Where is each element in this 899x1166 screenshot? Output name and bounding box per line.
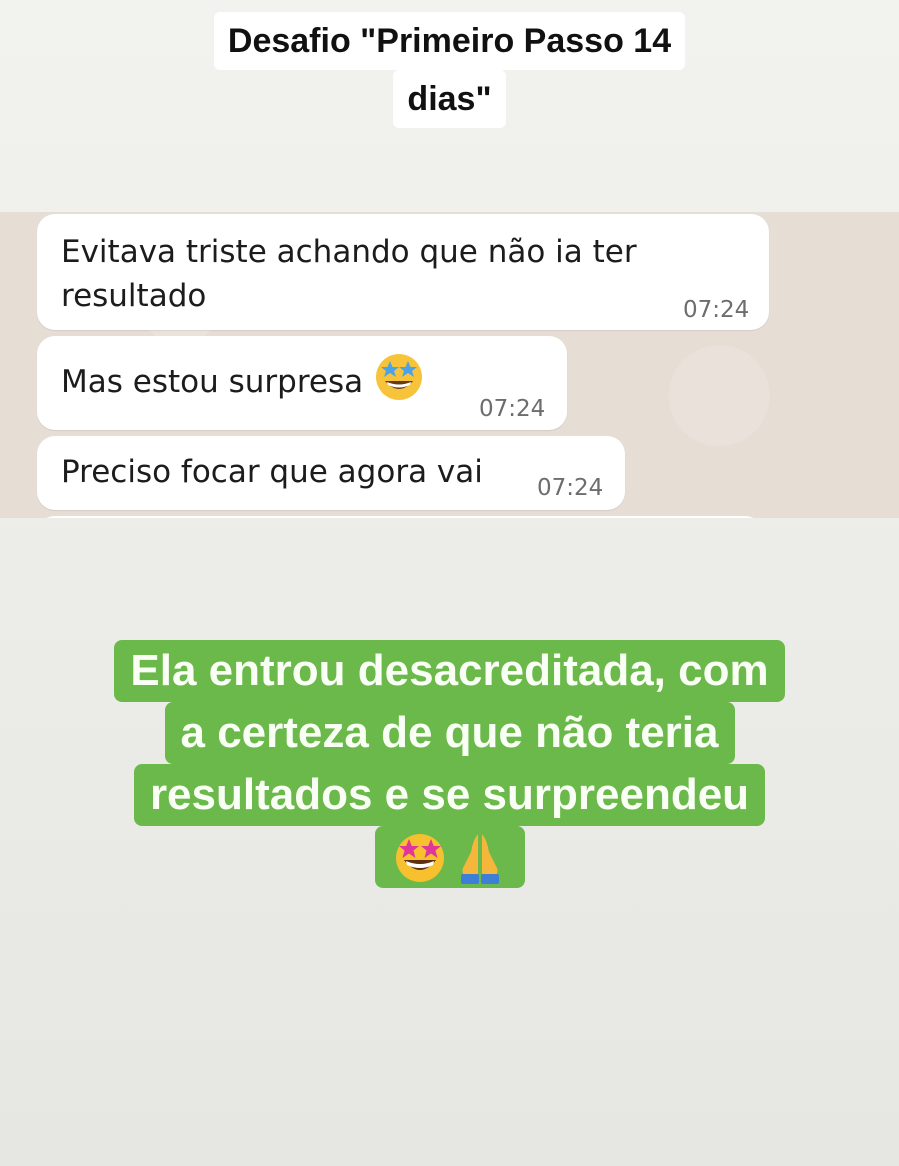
message-time: 07:24 [479, 396, 546, 422]
caption-line-1: Ela entrou desacreditada, com [114, 640, 785, 702]
caption-line-2: a certeza de que não teria [164, 702, 735, 764]
message-bubble-partial[interactable] [37, 516, 763, 518]
caption-line-3: resultados e se surpreendeu [133, 764, 766, 826]
title-line-1: Desafio "Primeiro Passo 14 [213, 12, 686, 70]
star-struck-emoji-icon [375, 353, 422, 400]
chat-screenshot: Evitava triste achando que não ia ter re… [0, 212, 899, 518]
message-text: Mas estou surpresa [61, 353, 425, 404]
message-time: 07:24 [537, 475, 604, 501]
caption-banner: Ela entrou desacreditada, com a certeza … [0, 640, 899, 888]
message-bubble-1[interactable]: Evitava triste achando que não ia ter re… [37, 214, 769, 330]
star-struck-emoji-icon [395, 834, 444, 882]
caption-emoji-line [374, 826, 525, 888]
message-time: 07:24 [683, 297, 750, 323]
message-text: Preciso focar que agora vai [61, 454, 483, 490]
message-bubble-2[interactable]: Mas estou surpresa 07:24 [37, 336, 567, 430]
title-line-2: dias" [393, 70, 506, 128]
folded-hands-emoji-icon [460, 834, 499, 884]
story-title: Desafio "Primeiro Passo 14 dias" [0, 12, 899, 128]
message-bubble-3[interactable]: Preciso focar que agora vai 07:24 [37, 436, 625, 510]
message-text: Evitava triste achando que não ia ter re… [61, 234, 637, 314]
